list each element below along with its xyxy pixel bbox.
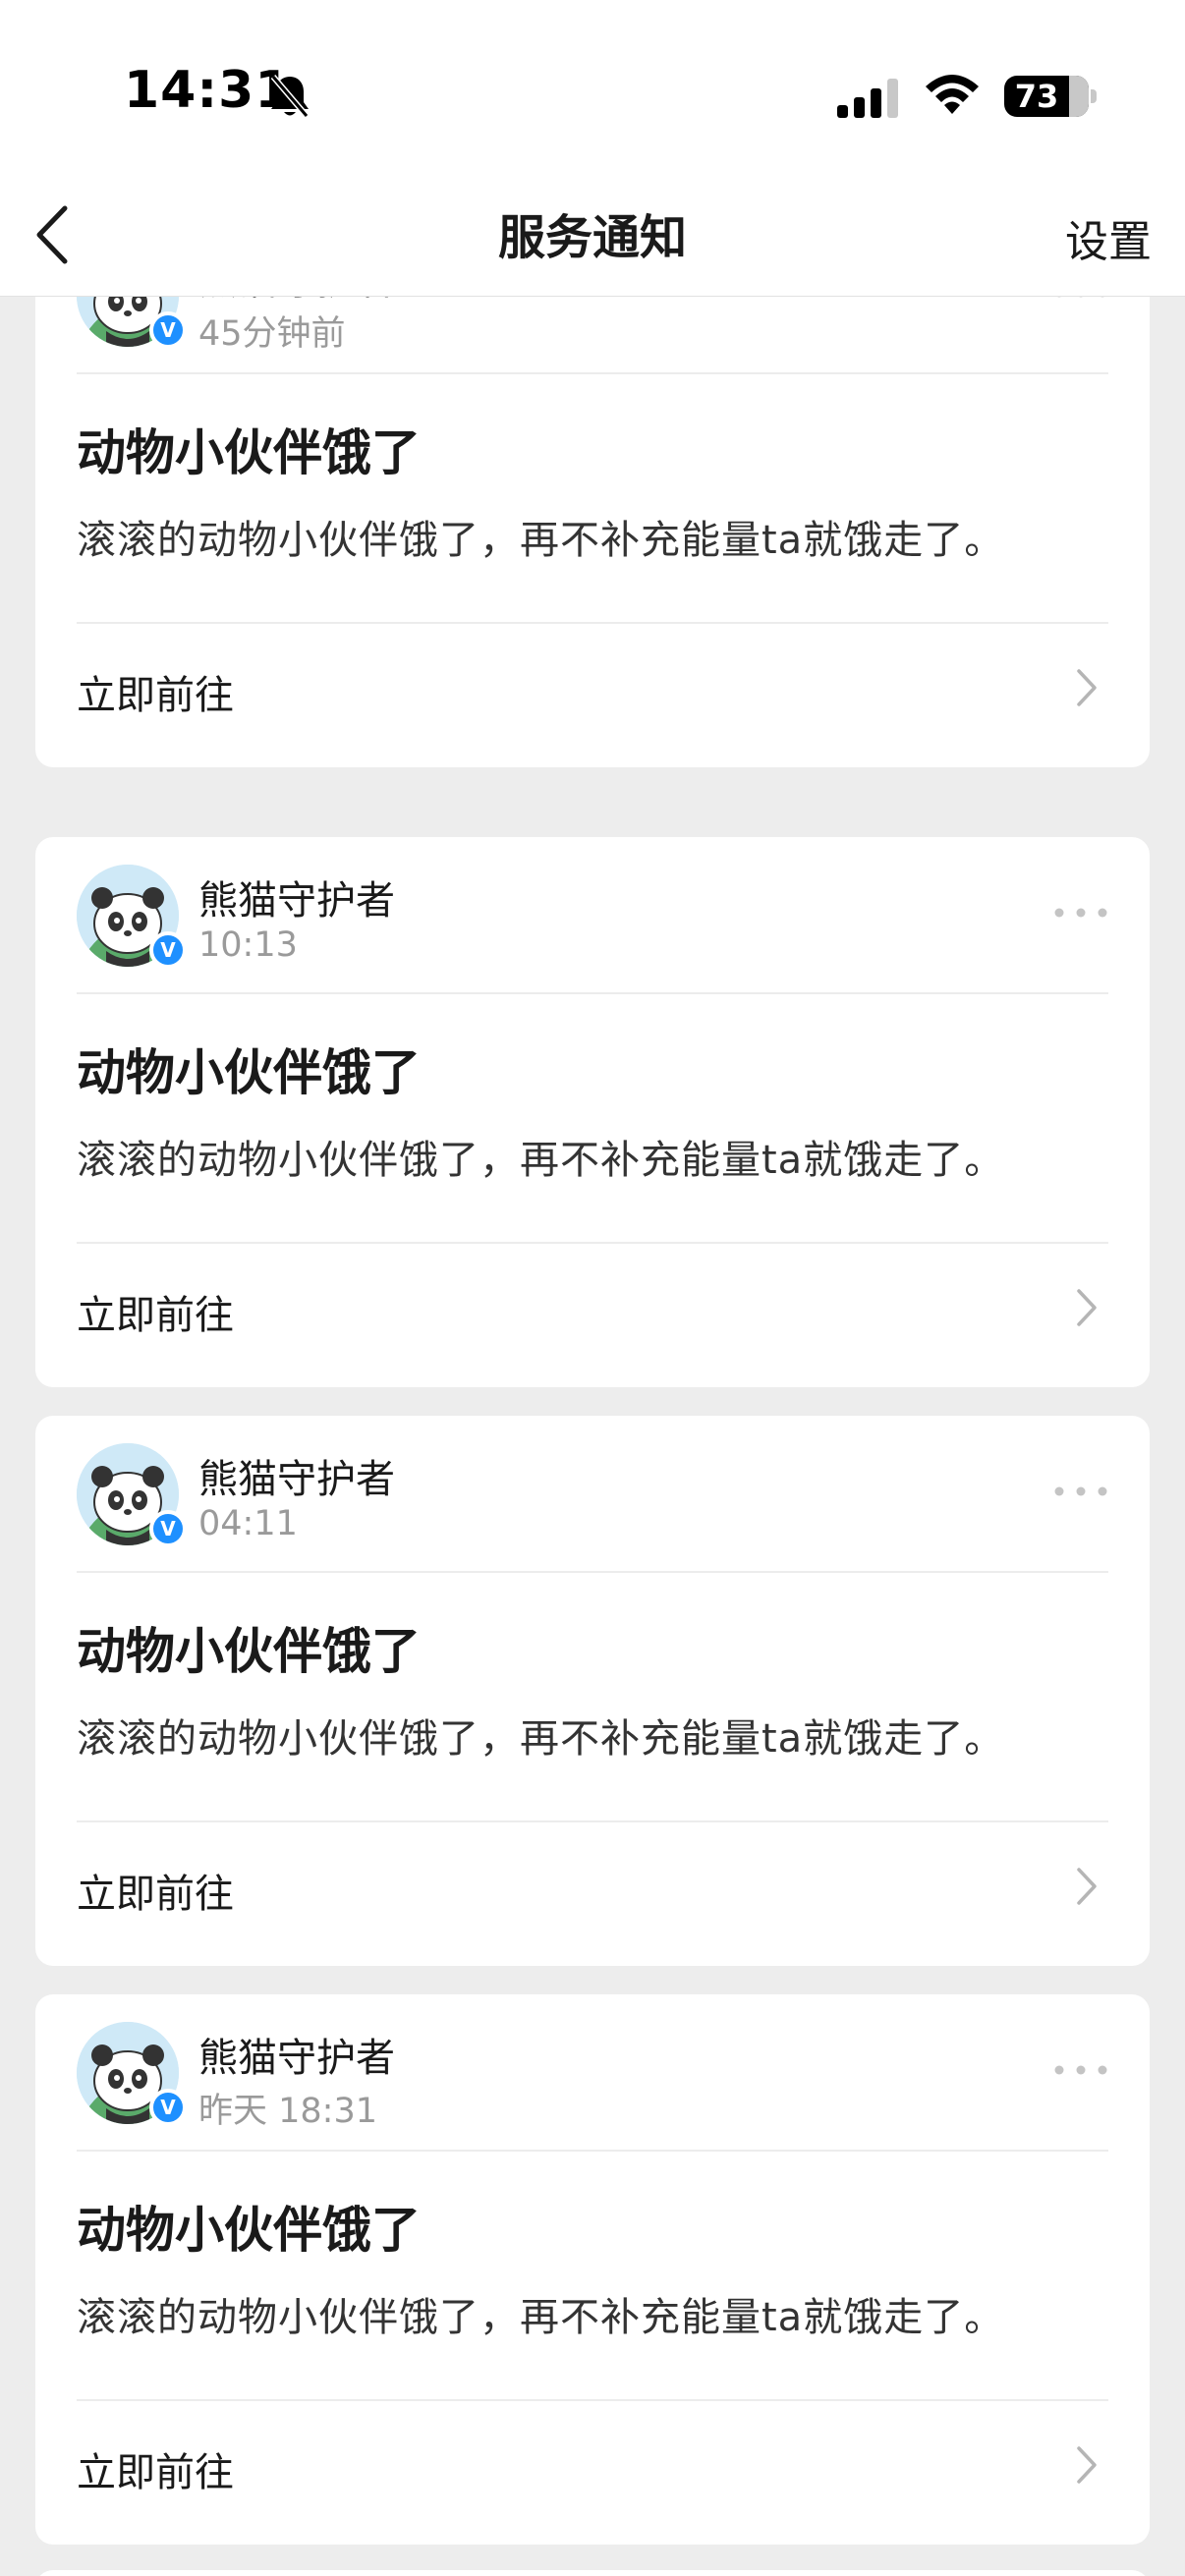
verified-badge-icon: V — [149, 311, 187, 349]
go-now-label: 立即前往 — [77, 673, 234, 718]
more-options-icon[interactable] — [1053, 2059, 1108, 2081]
page-title: 服务通知 — [497, 210, 687, 265]
card-title: 动物小伙伴饿了 — [77, 1623, 421, 1680]
card-header: V 熊猫守护者 04:11 — [77, 1416, 1108, 1573]
chevron-right-icon — [1077, 2446, 1097, 2484]
sender-time: 45分钟前 — [198, 314, 346, 354]
card-body: 滚滚的动物小伙伴饿了，再不补充能量ta就饿走了。 — [77, 1138, 1005, 1183]
chevron-right-icon — [1077, 1868, 1097, 1905]
card-title: 动物小伙伴饿了 — [77, 1044, 421, 1101]
battery-level: 73 — [1014, 78, 1059, 115]
signal-icon — [837, 79, 898, 118]
nav-bar: 服务通知 设置 — [0, 177, 1185, 297]
go-now-label: 立即前往 — [77, 1872, 234, 1917]
sender-time: 04:11 — [198, 1504, 298, 1543]
go-now-label: 立即前往 — [77, 2450, 234, 2495]
status-time: 14:31 — [124, 61, 292, 120]
card-body: 滚滚的动物小伙伴饿了，再不补充能量ta就饿走了。 — [77, 1716, 1005, 1762]
notification-card[interactable]: V 熊猫守护者 45分钟前 动物小伙伴饿了 滚滚的动物小伙伴饿了，再不补充能量t… — [35, 217, 1150, 767]
card-title: 动物小伙伴饿了 — [77, 424, 421, 481]
notification-card[interactable]: V 熊猫守护者 昨天 18:31 动物小伙伴饿了 滚滚的动物小伙伴饿了，再不补充… — [35, 1994, 1150, 2545]
notification-card-partial[interactable] — [35, 2570, 1150, 2576]
wifi-icon — [926, 75, 979, 114]
notification-card[interactable]: V 熊猫守护者 10:13 动物小伙伴饿了 滚滚的动物小伙伴饿了，再不补充能量t… — [35, 837, 1150, 1387]
settings-button[interactable]: 设置 — [1065, 206, 1152, 269]
go-now-button[interactable]: 立即前往 — [77, 1820, 1108, 1966]
chevron-right-icon — [1077, 669, 1097, 706]
go-now-button[interactable]: 立即前往 — [77, 1242, 1108, 1387]
card-body: 滚滚的动物小伙伴饿了，再不补充能量ta就饿走了。 — [77, 518, 1005, 563]
verified-badge-icon: V — [149, 1510, 187, 1547]
app-root: V 熊猫守护者 45分钟前 动物小伙伴饿了 滚滚的动物小伙伴饿了，再不补充能量t… — [0, 0, 1185, 2576]
status-bar: 14:31 73 — [0, 0, 1185, 177]
sender-name: 熊猫守护者 — [198, 2036, 395, 2081]
sender-time: 10:13 — [198, 925, 298, 965]
more-options-icon[interactable] — [1053, 1481, 1108, 1502]
card-title: 动物小伙伴饿了 — [77, 2202, 421, 2259]
battery-icon: 73 — [1004, 76, 1089, 117]
bell-off-icon — [270, 75, 310, 118]
verified-badge-icon: V — [149, 2089, 187, 2126]
card-header: V 熊猫守护者 10:13 — [77, 837, 1108, 994]
card-body: 滚滚的动物小伙伴饿了，再不补充能量ta就饿走了。 — [77, 2295, 1005, 2340]
battery-nub — [1091, 89, 1097, 103]
sender-name: 熊猫守护者 — [198, 1457, 395, 1502]
sender-time: 昨天 18:31 — [198, 2092, 377, 2131]
more-options-icon[interactable] — [1053, 902, 1108, 924]
verified-badge-icon: V — [149, 931, 187, 969]
go-now-label: 立即前往 — [77, 1293, 234, 1338]
battery-empty-segment — [1069, 76, 1089, 117]
card-header: V 熊猫守护者 昨天 18:31 — [77, 1994, 1108, 2152]
chevron-right-icon — [1077, 1289, 1097, 1326]
go-now-button[interactable]: 立即前往 — [77, 622, 1108, 767]
notification-list[interactable]: V 熊猫守护者 45分钟前 动物小伙伴饿了 滚滚的动物小伙伴饿了，再不补充能量t… — [0, 0, 1185, 2576]
sender-name: 熊猫守护者 — [198, 878, 395, 924]
notification-card[interactable]: V 熊猫守护者 04:11 动物小伙伴饿了 滚滚的动物小伙伴饿了，再不补充能量t… — [35, 1416, 1150, 1966]
go-now-button[interactable]: 立即前往 — [77, 2399, 1108, 2545]
